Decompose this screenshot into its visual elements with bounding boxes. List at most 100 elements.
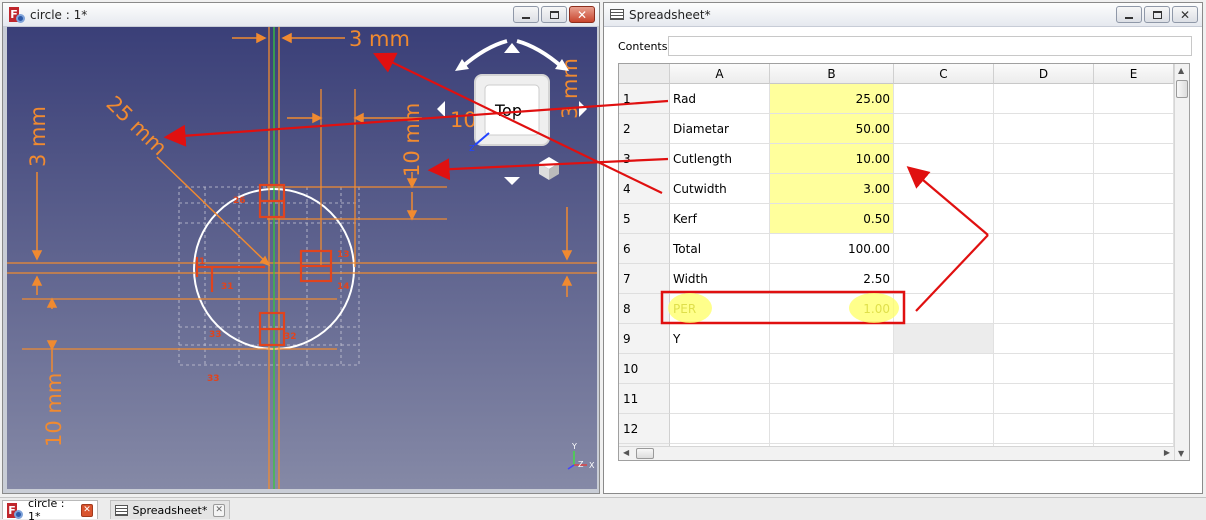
column-header-d[interactable]: D <box>994 64 1094 84</box>
dim-cut-length[interactable]: 10 mm <box>400 103 424 177</box>
table-cell[interactable] <box>894 144 994 174</box>
table-cell[interactable] <box>994 114 1094 144</box>
row-header[interactable]: 8 <box>619 294 670 324</box>
row-header[interactable]: 10 <box>619 354 670 384</box>
column-header-b[interactable]: B <box>770 64 894 84</box>
table-cell[interactable]: Diametar <box>670 114 770 144</box>
table-cell[interactable] <box>1094 84 1174 114</box>
3d-viewport[interactable]: 3 mm 3 mm 25 mm 3 mm 10 mm 10 mm 10 26 3… <box>7 27 597 489</box>
table-cell[interactable] <box>894 174 994 204</box>
arrow-left-icon[interactable] <box>437 101 445 117</box>
table-cell[interactable] <box>1094 414 1174 444</box>
close-button[interactable]: ✕ <box>569 6 595 23</box>
table-cell[interactable]: 2.50 <box>770 264 894 294</box>
tab-close-icon[interactable]: ✕ <box>213 503 225 517</box>
dim-left-height[interactable]: 3 mm <box>26 106 50 167</box>
row-header[interactable]: 5 <box>619 204 670 234</box>
row-header[interactable]: 12 <box>619 414 670 444</box>
table-cell[interactable] <box>894 234 994 264</box>
close-button[interactable]: ✕ <box>1172 6 1198 23</box>
table-cell[interactable] <box>670 354 770 384</box>
dim-top-width[interactable]: 3 mm <box>349 27 410 51</box>
table-cell[interactable] <box>894 414 994 444</box>
table-cell[interactable]: 1.00 <box>770 294 894 324</box>
table-cell[interactable] <box>894 354 994 384</box>
table-cell[interactable] <box>1094 144 1174 174</box>
table-cell[interactable] <box>770 384 894 414</box>
table-cell[interactable] <box>994 414 1094 444</box>
table-cell[interactable]: Cutwidth <box>670 174 770 204</box>
table-cell[interactable] <box>894 114 994 144</box>
maximize-button[interactable] <box>1144 6 1170 23</box>
row-header[interactable]: 2 <box>619 114 670 144</box>
contents-input[interactable] <box>668 36 1192 56</box>
table-cell[interactable]: Rad <box>670 84 770 114</box>
table-cell[interactable] <box>894 84 994 114</box>
table-cell[interactable]: PER <box>670 294 770 324</box>
maximize-button[interactable] <box>541 6 567 23</box>
table-cell[interactable] <box>1094 324 1174 354</box>
table-cell[interactable] <box>994 354 1094 384</box>
table-cell[interactable] <box>994 204 1094 234</box>
table-cell[interactable]: Kerf <box>670 204 770 234</box>
table-cell[interactable]: 3.00 <box>770 174 894 204</box>
table-cell[interactable] <box>1094 234 1174 264</box>
dim-partial[interactable]: 10 <box>450 108 477 132</box>
row-header[interactable]: 4 <box>619 174 670 204</box>
table-cell[interactable] <box>994 234 1094 264</box>
column-header-c[interactable]: C <box>894 64 994 84</box>
vertical-scrollbar[interactable]: ▲ ▼ <box>1174 64 1189 460</box>
table-cell[interactable] <box>770 414 894 444</box>
row-header[interactable]: 9 <box>619 324 670 354</box>
scroll-left-icon[interactable]: ◀ <box>623 448 629 457</box>
table-cell[interactable] <box>1094 114 1174 144</box>
table-cell[interactable] <box>894 294 994 324</box>
table-cell[interactable] <box>994 294 1094 324</box>
table-cell[interactable] <box>1094 384 1174 414</box>
table-cell[interactable]: 25.00 <box>770 84 894 114</box>
table-cell[interactable] <box>994 144 1094 174</box>
table-cell[interactable] <box>670 414 770 444</box>
rotate-left-arrow-icon[interactable] <box>460 39 508 69</box>
table-cell[interactable]: 50.00 <box>770 114 894 144</box>
tab-circle[interactable]: F circle : 1* ✕ <box>2 497 98 520</box>
table-cell[interactable] <box>994 324 1094 354</box>
table-cell[interactable] <box>894 204 994 234</box>
table-cell[interactable]: Y <box>670 324 770 354</box>
arrow-right-icon[interactable] <box>579 101 587 117</box>
tab-close-icon[interactable]: ✕ <box>81 503 93 517</box>
table-cell[interactable] <box>770 354 894 384</box>
sketch-canvas[interactable]: 3 mm 3 mm 25 mm 3 mm 10 mm 10 mm 10 26 3… <box>7 27 597 489</box>
table-cell[interactable] <box>994 384 1094 414</box>
table-cell[interactable]: 100.00 <box>770 234 894 264</box>
scroll-right-icon[interactable]: ▶ <box>1164 448 1170 457</box>
row-header[interactable]: 1 <box>619 84 670 114</box>
row-header[interactable]: 6 <box>619 234 670 264</box>
table-cell[interactable] <box>1094 264 1174 294</box>
table-cell[interactable] <box>994 174 1094 204</box>
table-cell[interactable] <box>994 264 1094 294</box>
navcube-top-face[interactable]: Top <box>494 101 522 120</box>
vertical-scroll-thumb[interactable] <box>1176 80 1188 98</box>
scroll-up-icon[interactable]: ▲ <box>1178 66 1184 75</box>
table-cell[interactable] <box>670 384 770 414</box>
table-cell[interactable] <box>1094 294 1174 324</box>
minimize-button[interactable] <box>513 6 539 23</box>
column-header-e[interactable]: E <box>1094 64 1174 84</box>
table-cell[interactable]: Total <box>670 234 770 264</box>
minimize-button[interactable] <box>1116 6 1142 23</box>
dim-radius[interactable]: 25 mm <box>102 91 172 160</box>
table-cell[interactable] <box>1094 204 1174 234</box>
select-all-corner[interactable] <box>619 64 670 84</box>
tab-spreadsheet[interactable]: Spreadsheet* ✕ <box>110 500 230 519</box>
arrow-down-icon[interactable] <box>504 177 520 185</box>
dim-left-bottom[interactable]: 10 mm <box>42 373 66 447</box>
table-cell[interactable] <box>994 84 1094 114</box>
table-cell[interactable] <box>770 324 894 354</box>
horizontal-scroll-thumb[interactable] <box>636 448 654 459</box>
spreadsheet-grid[interactable]: ABCDE 1 Rad 25.00 2 Diametar 50.00 3 Cutlength 1… <box>618 63 1190 461</box>
table-cell[interactable]: Width <box>670 264 770 294</box>
table-cell[interactable] <box>1094 174 1174 204</box>
row-header[interactable]: 7 <box>619 264 670 294</box>
table-cell[interactable] <box>1094 354 1174 384</box>
